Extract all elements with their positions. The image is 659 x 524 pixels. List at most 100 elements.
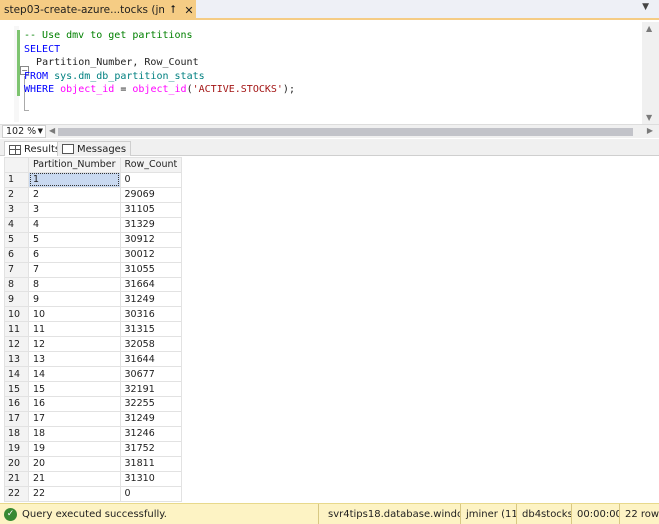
tab-list-dropdown-icon[interactable]: ▼ (642, 2, 649, 12)
partition-number-cell[interactable]: 19 (28, 440, 121, 457)
partition-number-cell[interactable]: 8 (28, 276, 121, 293)
table-row[interactable]: 15 15 32191 (4, 381, 183, 397)
editor-vertical-scrollbar[interactable]: ▲ ▼ (642, 22, 659, 124)
partition-number-cell[interactable]: 2 (28, 186, 121, 203)
query-editor[interactable]: − -- Use dmv to get partitions SELECT Pa… (0, 22, 659, 124)
partition-number-cell[interactable]: 16 (28, 396, 121, 412)
row-number[interactable]: 9 (4, 291, 29, 308)
row-count-cell[interactable]: 31246 (119, 425, 183, 442)
scroll-down-icon[interactable]: ▼ (646, 113, 652, 122)
row-number[interactable]: 17 (4, 410, 29, 427)
partition-number-cell[interactable]: 4 (28, 216, 121, 233)
row-count-cell[interactable]: 30677 (119, 366, 183, 383)
partition-number-cell[interactable]: 9 (28, 291, 121, 308)
row-count-cell[interactable]: 31315 (119, 321, 183, 338)
partition-number-cell[interactable]: 11 (28, 321, 121, 338)
row-number[interactable]: 12 (4, 336, 29, 353)
row-count-cell[interactable]: 32255 (119, 396, 183, 412)
row-number[interactable]: 18 (4, 425, 29, 442)
grid-corner[interactable] (4, 157, 29, 173)
row-number[interactable]: 22 (4, 485, 29, 502)
row-number[interactable]: 15 (4, 381, 29, 397)
row-count-cell[interactable]: 31105 (119, 201, 183, 218)
table-row[interactable]: 2 2 29069 (4, 186, 183, 203)
table-row[interactable]: 21 21 31310 (4, 470, 183, 487)
row-count-cell[interactable]: 29069 (119, 186, 183, 203)
row-count-cell[interactable]: 31752 (119, 440, 183, 457)
row-number[interactable]: 21 (4, 470, 29, 487)
query-document-tab[interactable]: step03-create-azure...tocks (jminer (114… (0, 0, 196, 20)
tab-results[interactable]: Results (4, 141, 66, 157)
table-row[interactable]: 10 10 30316 (4, 306, 183, 323)
partition-number-cell[interactable]: 6 (28, 246, 121, 263)
row-count-cell[interactable]: 31249 (119, 410, 183, 427)
row-count-cell[interactable]: 30012 (119, 246, 183, 263)
row-number[interactable]: 20 (4, 455, 29, 472)
tab-messages[interactable]: Messages (57, 141, 132, 156)
partition-number-cell[interactable]: 12 (28, 336, 121, 353)
row-number[interactable]: 4 (4, 216, 29, 233)
column-header-row-count[interactable]: Row_Count (119, 157, 183, 173)
partition-number-cell[interactable]: 18 (28, 425, 121, 442)
row-number[interactable]: 1 (4, 171, 29, 188)
row-count-cell[interactable]: 31310 (119, 470, 183, 487)
row-count-cell[interactable]: 32058 (119, 336, 183, 353)
sql-code[interactable]: -- Use dmv to get partitions SELECT Part… (24, 29, 295, 97)
row-count-cell[interactable]: 0 (119, 485, 183, 502)
row-count-cell[interactable]: 0 (119, 171, 183, 188)
table-row[interactable]: 9 9 31249 (4, 291, 183, 308)
table-row[interactable]: 5 5 30912 (4, 231, 183, 248)
partition-number-cell[interactable]: 21 (28, 470, 121, 487)
scroll-left-icon[interactable]: ◀ (49, 126, 55, 135)
close-icon[interactable]: ✕ (182, 3, 196, 17)
scroll-right-icon[interactable]: ▶ (647, 126, 653, 135)
row-number[interactable]: 3 (4, 201, 29, 218)
zoom-select[interactable]: 102 % ▼ (2, 125, 46, 138)
table-row[interactable]: 13 13 31644 (4, 351, 183, 368)
editor-horizontal-scrollbar[interactable]: ◀ ▶ (48, 126, 659, 138)
scrollbar-thumb[interactable] (58, 128, 633, 136)
row-number[interactable]: 10 (4, 306, 29, 323)
row-count-cell[interactable]: 30912 (119, 231, 183, 248)
row-count-cell[interactable]: 31644 (119, 351, 183, 368)
row-count-cell[interactable]: 31249 (119, 291, 183, 308)
table-row[interactable]: 19 19 31752 (4, 440, 183, 457)
row-number[interactable]: 14 (4, 366, 29, 383)
partition-number-cell[interactable]: 7 (28, 261, 121, 278)
table-row[interactable]: 7 7 31055 (4, 261, 183, 278)
partition-number-cell[interactable]: 15 (28, 381, 121, 397)
table-row[interactable]: 4 4 31329 (4, 216, 183, 233)
table-row[interactable]: 110 (4, 171, 183, 188)
partition-number-cell[interactable]: 13 (28, 351, 121, 368)
row-count-cell[interactable]: 30316 (119, 306, 183, 323)
scroll-up-icon[interactable]: ▲ (646, 24, 652, 33)
partition-number-cell[interactable]: 5 (28, 231, 121, 248)
row-number[interactable]: 2 (4, 186, 29, 203)
table-row[interactable]: 14 14 30677 (4, 366, 183, 383)
partition-number-cell[interactable]: 17 (28, 410, 121, 427)
partition-number-cell[interactable]: 10 (28, 306, 121, 323)
row-number[interactable]: 5 (4, 231, 29, 248)
row-number[interactable]: 13 (4, 351, 29, 368)
table-row[interactable]: 12 12 32058 (4, 336, 183, 353)
row-number[interactable]: 7 (4, 261, 29, 278)
table-row[interactable]: 16 16 32255 (4, 396, 183, 412)
partition-number-cell[interactable]: 1 (28, 171, 121, 188)
row-count-cell[interactable]: 32191 (119, 381, 183, 397)
table-row[interactable]: 18 18 31246 (4, 425, 183, 442)
row-number[interactable]: 8 (4, 276, 29, 293)
table-row[interactable]: 8 8 31664 (4, 276, 183, 293)
partition-number-cell[interactable]: 14 (28, 366, 121, 383)
partition-number-cell[interactable]: 3 (28, 201, 121, 218)
table-row[interactable]: 17 17 31249 (4, 410, 183, 427)
row-number[interactable]: 11 (4, 321, 29, 338)
table-row[interactable]: 22 22 0 (4, 485, 183, 502)
table-row[interactable]: 3 3 31105 (4, 201, 183, 218)
table-row[interactable]: 20 20 31811 (4, 455, 183, 472)
row-count-cell[interactable]: 31329 (119, 216, 183, 233)
row-number[interactable]: 19 (4, 440, 29, 457)
row-number[interactable]: 6 (4, 246, 29, 263)
partition-number-cell[interactable]: 20 (28, 455, 121, 472)
column-header-partition-number[interactable]: Partition_Number (28, 157, 121, 173)
row-count-cell[interactable]: 31055 (119, 261, 183, 278)
